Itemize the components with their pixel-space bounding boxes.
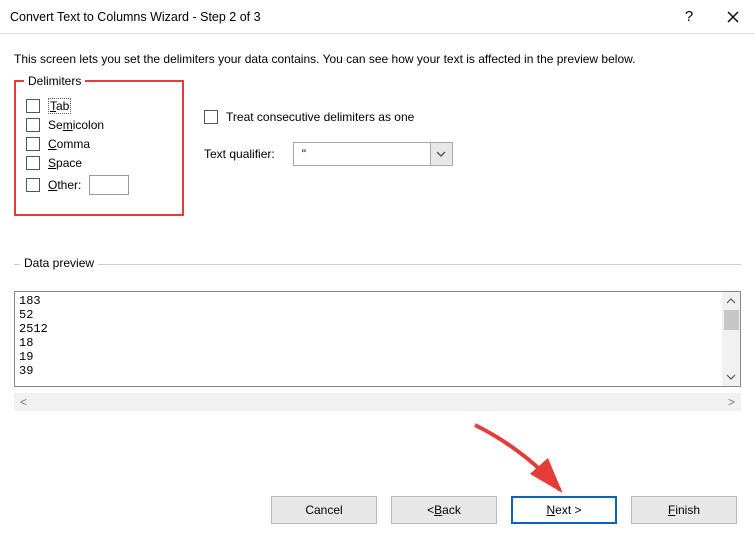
scroll-down-icon[interactable] xyxy=(722,368,740,386)
preview-line: 18 xyxy=(19,336,740,350)
next-button[interactable]: Next > xyxy=(511,496,617,524)
help-button[interactable]: ? xyxy=(667,0,711,34)
delimiters-group: Delimiters Tab Semicolon Comma Space Oth… xyxy=(14,80,184,216)
preview-line: 2512 xyxy=(19,322,740,336)
close-button[interactable] xyxy=(711,0,755,34)
other-delimiter-input[interactable] xyxy=(89,175,129,195)
text-qualifier-value: " xyxy=(294,147,430,161)
dropdown-button[interactable] xyxy=(430,143,452,165)
checkbox-treat-consecutive[interactable] xyxy=(204,110,218,124)
back-button[interactable]: < Back xyxy=(391,496,497,524)
close-icon xyxy=(727,11,739,23)
checkbox-comma[interactable] xyxy=(26,137,40,151)
label-semicolon: Semicolon xyxy=(48,118,104,132)
checkbox-other[interactable] xyxy=(26,178,40,192)
scroll-right-icon[interactable]: > xyxy=(728,395,735,409)
scroll-left-icon[interactable]: < xyxy=(20,395,27,409)
cancel-button[interactable]: Cancel xyxy=(271,496,377,524)
vertical-scrollbar[interactable] xyxy=(722,292,740,386)
preview-line: 39 xyxy=(19,364,740,378)
checkbox-semicolon[interactable] xyxy=(26,118,40,132)
preview-line: 19 xyxy=(19,350,740,364)
text-qualifier-dropdown[interactable]: " xyxy=(293,142,453,166)
label-other: Other: xyxy=(48,178,81,192)
chevron-down-icon xyxy=(436,151,446,157)
delimiters-legend: Delimiters xyxy=(24,74,85,88)
scroll-up-icon[interactable] xyxy=(722,292,740,310)
data-preview-legend: Data preview xyxy=(20,256,98,270)
horizontal-scrollbar[interactable]: < > xyxy=(14,393,741,411)
label-treat-consecutive: Treat consecutive delimiters as one xyxy=(226,110,414,124)
preview-line: 183 xyxy=(19,294,740,308)
finish-button[interactable]: Finish xyxy=(631,496,737,524)
checkbox-tab[interactable] xyxy=(26,99,40,113)
intro-text: This screen lets you set the delimiters … xyxy=(14,52,741,66)
preview-line: 52 xyxy=(19,308,740,322)
scroll-thumb[interactable] xyxy=(724,310,739,330)
label-space: Space xyxy=(48,156,82,170)
checkbox-space[interactable] xyxy=(26,156,40,170)
annotation-arrow xyxy=(465,420,585,500)
window-title: Convert Text to Columns Wizard - Step 2 … xyxy=(10,10,667,24)
label-tab: Tab xyxy=(48,99,71,113)
titlebar: Convert Text to Columns Wizard - Step 2 … xyxy=(0,0,755,34)
label-text-qualifier: Text qualifier: xyxy=(204,147,275,161)
data-preview-box: 183522512181939 xyxy=(14,291,741,387)
label-comma: Comma xyxy=(48,137,90,151)
